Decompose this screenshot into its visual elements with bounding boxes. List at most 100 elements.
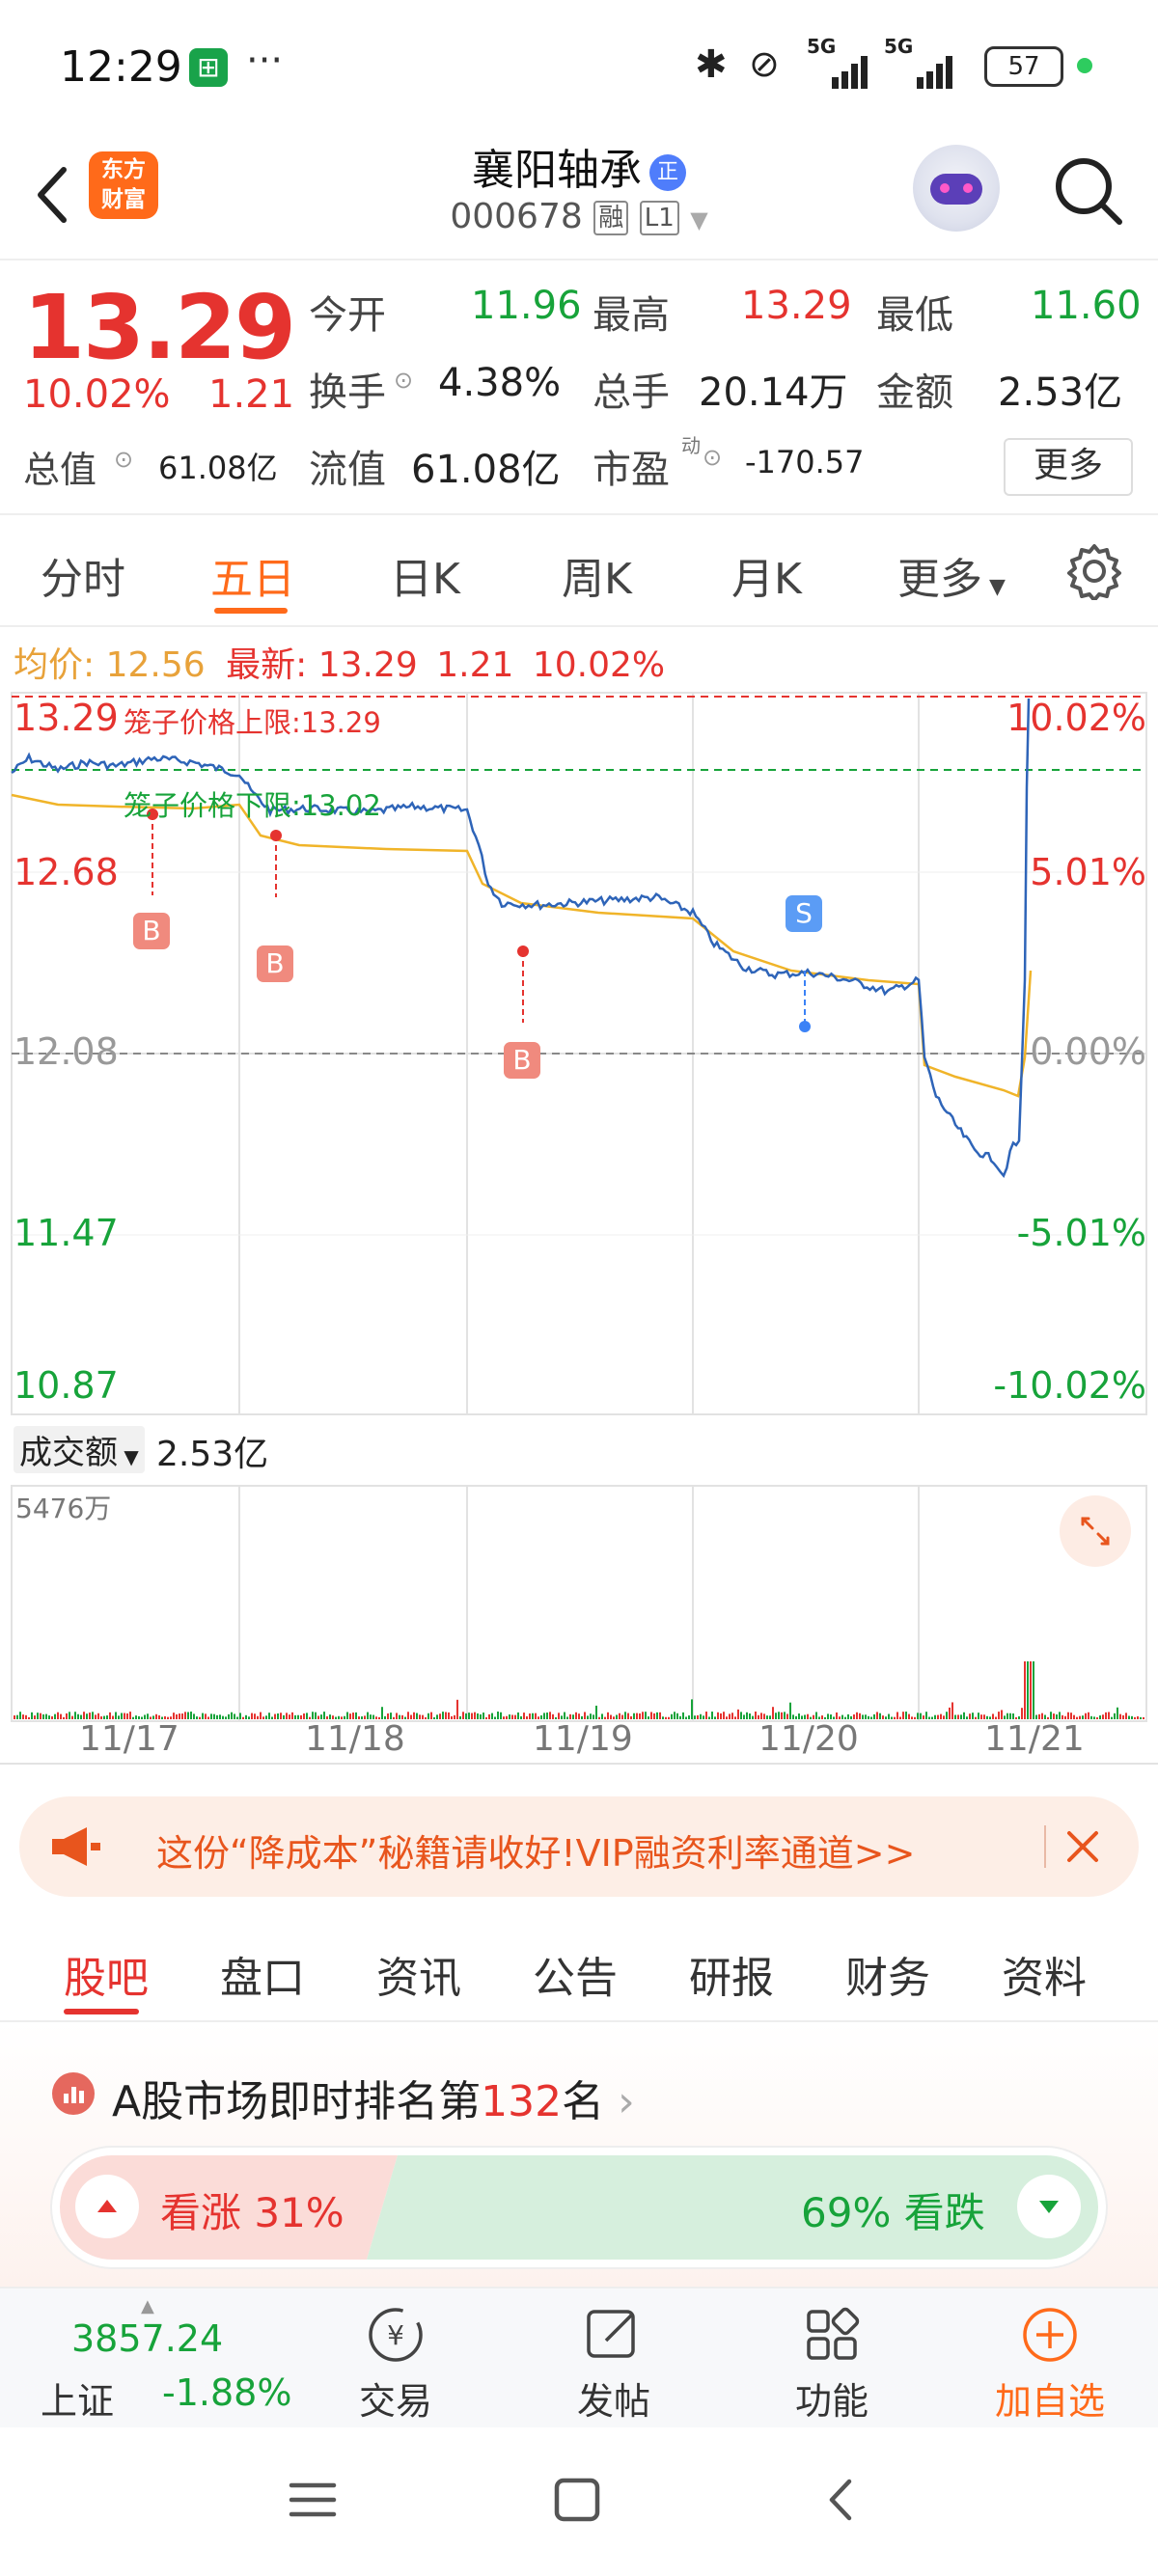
y-right-label: 10.02%	[1006, 697, 1146, 739]
ranking-text[interactable]: A股市场即时排名第132名 ›	[112, 2067, 635, 2128]
volume-bar	[723, 1712, 725, 1719]
volume-bar	[425, 1716, 427, 1719]
stock-name: 襄阳轴承	[472, 146, 642, 195]
volume-bar	[694, 1715, 696, 1719]
volume-bar	[436, 1714, 438, 1719]
volume-bar	[784, 1712, 786, 1719]
volume-value: 20.14万	[699, 370, 848, 415]
search-icon[interactable]	[1052, 154, 1125, 228]
tab-guba[interactable]: 股吧	[64, 1943, 149, 2005]
volume-bar	[48, 1715, 50, 1719]
ranking-suffix: 名	[562, 2077, 605, 2126]
volume-bar	[1085, 1713, 1087, 1719]
y-left-label: 12.68	[14, 851, 119, 893]
trade-button[interactable]: ¥ 交易	[318, 2288, 473, 2429]
functions-label: 功能	[794, 2380, 868, 2423]
tab-five-day[interactable]: 五日	[210, 544, 295, 606]
promo-banner[interactable]: 这份“降成本”秘籍请收好!VIP融资利率通道>>	[19, 1796, 1139, 1897]
more-quote-button[interactable]: 更多	[1004, 438, 1133, 496]
volume-bar	[954, 1714, 956, 1719]
tab-monthly-k[interactable]: 月K	[731, 544, 802, 606]
post-button[interactable]: 发帖	[537, 2288, 691, 2429]
functions-button[interactable]: 功能	[755, 2288, 909, 2429]
buy-marker[interactable]: B	[504, 1042, 540, 1079]
buy-marker[interactable]: B	[257, 945, 293, 982]
info-icon[interactable]: ⊙	[114, 446, 133, 473]
volume-bar	[734, 1716, 736, 1719]
volume-bar	[760, 1713, 762, 1719]
volume-bar	[653, 1713, 655, 1719]
tab-daily-k[interactable]: 日K	[390, 544, 460, 606]
tab-more[interactable]: 更多 ▼	[897, 544, 1006, 606]
volume-bar	[908, 1713, 910, 1719]
latest-change: 1.21	[436, 645, 514, 685]
volume-bar	[526, 1715, 528, 1719]
volume-bar	[430, 1712, 432, 1719]
volume-bar	[705, 1712, 707, 1719]
volume-bar	[228, 1713, 230, 1719]
volume-bar	[468, 1713, 470, 1719]
volume-bar	[888, 1713, 890, 1719]
tab-pankou[interactable]: 盘口	[220, 1943, 305, 2005]
index-ticker[interactable]: ▲ 3857.24 上证 -1.88%	[0, 2288, 309, 2429]
volume-bar	[83, 1712, 85, 1719]
volume-bar	[115, 1712, 117, 1719]
back-icon[interactable]	[816, 2476, 870, 2524]
vote-down-fill	[367, 2155, 1098, 2260]
info-icon[interactable]: ⊙	[394, 367, 413, 394]
volume-bar	[1059, 1712, 1061, 1719]
volume-bar	[274, 1713, 276, 1719]
tab-announcements[interactable]: 公告	[533, 1943, 618, 2005]
settings-gear-icon[interactable]	[1065, 542, 1123, 600]
volume-bar	[1090, 1715, 1092, 1719]
volume-bar	[291, 1712, 293, 1719]
volume-bar	[714, 1716, 716, 1719]
margin-tag: 融	[593, 201, 629, 235]
date-label: 11/18	[305, 1719, 405, 1759]
index-name: 上证	[41, 2380, 115, 2423]
sell-marker[interactable]: S	[786, 895, 822, 932]
add-watchlist-button[interactable]: 加自选	[973, 2288, 1127, 2429]
volume-bar	[231, 1712, 233, 1719]
tab-weekly-k[interactable]: 周K	[562, 544, 632, 606]
volume-bar	[517, 1712, 519, 1719]
expand-chart-icon[interactable]	[1060, 1495, 1131, 1567]
system-nav-bar	[0, 2427, 1158, 2576]
menu-icon[interactable]	[286, 2476, 340, 2524]
ranking-prefix: A股市场即时排名第	[112, 2077, 482, 2126]
close-icon[interactable]	[1063, 1827, 1102, 1866]
volume-bar	[1096, 1716, 1098, 1719]
volume-bar	[633, 1713, 635, 1719]
volume-bar	[879, 1713, 881, 1719]
tab-finance[interactable]: 财务	[845, 1943, 930, 2005]
volume-bar	[972, 1713, 974, 1719]
latest-label: 最新:	[226, 645, 308, 685]
tab-news[interactable]: 资讯	[376, 1943, 461, 2005]
float-value: 61.08亿	[411, 448, 561, 492]
tab-intraday[interactable]: 分时	[41, 544, 125, 606]
volume-bar	[549, 1712, 551, 1719]
buy-marker[interactable]: B	[133, 913, 170, 949]
volume-bar	[925, 1712, 927, 1719]
volume-type-selector[interactable]: 成交额 ▼	[14, 1426, 145, 1473]
volume-bar	[873, 1713, 875, 1719]
verified-badge-icon: 正	[649, 154, 686, 191]
volume-bar	[740, 1712, 742, 1719]
volume-bar	[1114, 1713, 1116, 1719]
trade-icon: ¥	[369, 2308, 423, 2362]
volume-bar	[439, 1713, 441, 1719]
chart-svg	[0, 692, 1158, 1765]
tab-research[interactable]: 研报	[689, 1943, 774, 2005]
volume-bar	[1050, 1712, 1052, 1719]
volume-bar	[934, 1714, 936, 1719]
volume-bar	[416, 1713, 418, 1719]
five-day-chart[interactable]: 均价: 12.56 最新: 13.29 1.21 10.02% B B B S …	[0, 627, 1158, 1766]
robot-assistant-icon[interactable]	[913, 145, 1000, 232]
tab-profile[interactable]: 资料	[1002, 1943, 1087, 2005]
volume-bar	[265, 1715, 267, 1719]
y-left-label: 10.87	[14, 1364, 119, 1407]
vote-up-button[interactable]	[75, 2175, 139, 2238]
home-icon[interactable]	[550, 2476, 604, 2524]
vote-down-button[interactable]	[1017, 2175, 1081, 2238]
info-icon[interactable]: ⊙	[703, 444, 722, 471]
